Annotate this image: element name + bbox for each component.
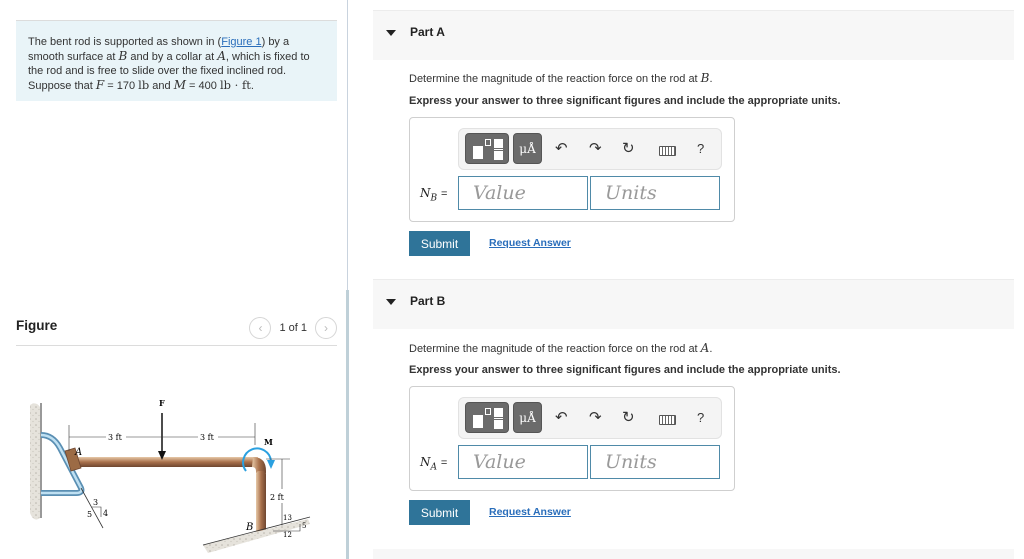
part-a-header[interactable]: Part A — [373, 10, 1014, 60]
chevron-right-icon: › — [324, 321, 328, 335]
problem-text: . — [250, 80, 254, 92]
unit-lbft: lb · ft — [219, 78, 251, 92]
part-b-header[interactable]: Part B — [373, 279, 1014, 329]
help-icon[interactable]: ? — [697, 139, 704, 159]
prev-figure-button[interactable]: ‹ — [249, 317, 272, 339]
reset-icon[interactable]: ↻ — [622, 408, 635, 428]
part-a-submit-button[interactable]: Submit — [409, 231, 470, 256]
na-label: NA = — [420, 455, 447, 472]
keyboard-icon[interactable] — [659, 146, 676, 156]
question-text: Determine the magnitude of the reaction … — [409, 73, 701, 85]
next-figure-button[interactable]: › — [315, 317, 337, 339]
eq-sign: = — [440, 457, 448, 469]
math-toolbar: μÅ ↶ ↷ ↻ ? — [458, 128, 722, 170]
dim-left: 3 ft — [108, 433, 123, 442]
problem-text: The bent rod is supported as shown in ( — [28, 36, 222, 48]
slope-a-4: 4 — [103, 509, 108, 518]
label-b: B — [245, 522, 253, 533]
part-b-question: Determine the magnitude of the reaction … — [409, 341, 712, 355]
var-b: B — [118, 49, 128, 63]
nb-label: NB = — [420, 186, 447, 203]
part-b-instruction: Express your answer to three significant… — [409, 364, 841, 376]
reset-icon[interactable]: ↻ — [622, 139, 635, 159]
part-b-label: Part B — [410, 294, 446, 308]
problem-text: = 400 — [185, 80, 220, 92]
part-b-request-answer-link[interactable]: Request Answer — [489, 506, 571, 518]
units-input[interactable]: Units — [590, 176, 720, 210]
column-divider — [347, 0, 348, 290]
part-a-label: Part A — [410, 25, 445, 39]
question-text: . — [709, 343, 713, 355]
column-scrollbar[interactable] — [346, 290, 349, 559]
problem-text: and by a collar at — [127, 51, 218, 63]
units-input[interactable]: Units — [590, 445, 720, 479]
undo-icon[interactable]: ↶ — [555, 139, 568, 159]
slope-b-12: 12 — [283, 531, 292, 539]
templates-button[interactable] — [465, 133, 509, 164]
figure-link[interactable]: Figure 1 — [221, 36, 261, 48]
slope-b-5: 5 — [302, 522, 306, 530]
figure-pager: ‹ 1 of 1 › — [249, 317, 337, 339]
figure-header: Figure ‹ 1 of 1 › — [16, 314, 337, 346]
wall — [30, 403, 40, 520]
help-icon[interactable]: ? — [697, 408, 704, 428]
eq-sign: = — [440, 188, 448, 200]
part-b-answer-box: μÅ ↶ ↷ ↻ ? NA = Value Units — [409, 386, 735, 491]
figure-title: Figure — [16, 318, 58, 333]
next-part-header[interactable] — [373, 549, 1014, 559]
var-a: A — [217, 49, 226, 63]
left-panel: The bent rod is supported as shown in (F… — [0, 0, 348, 559]
dim-height: 2 ft — [270, 493, 285, 502]
eq-var: N — [420, 455, 431, 469]
incline-line — [80, 487, 104, 529]
redo-icon[interactable]: ↷ — [589, 139, 602, 159]
chevron-left-icon: ‹ — [258, 321, 263, 335]
eq-var: N — [420, 186, 431, 200]
problem-statement: The bent rod is supported as shown in (F… — [16, 20, 337, 101]
part-a-request-answer-link[interactable]: Request Answer — [489, 237, 571, 249]
eq-sub: A — [430, 462, 438, 473]
units-button[interactable]: μÅ — [513, 402, 542, 433]
label-a: A — [74, 447, 82, 458]
label-m: M — [264, 437, 273, 447]
slope-a-3: 3 — [93, 498, 98, 507]
units-button[interactable]: μÅ — [513, 133, 542, 164]
problem-text: = 170 — [104, 80, 139, 92]
math-toolbar: μÅ ↶ ↷ ↻ ? — [458, 397, 722, 439]
caret-down-icon — [386, 299, 396, 305]
part-a-instruction: Express your answer to three significant… — [409, 95, 841, 107]
undo-icon[interactable]: ↶ — [555, 408, 568, 428]
value-input[interactable]: Value — [458, 445, 588, 479]
label-f: F — [159, 398, 165, 408]
redo-icon[interactable]: ↷ — [589, 408, 602, 428]
unit-lb: lb — [138, 78, 150, 92]
caret-down-icon — [386, 30, 396, 36]
slope-a-5: 5 — [87, 510, 92, 519]
keyboard-icon[interactable] — [659, 415, 676, 425]
pager-text: 1 of 1 — [279, 322, 307, 334]
part-b-submit-button[interactable]: Submit — [409, 500, 470, 525]
var-f: F — [95, 78, 105, 92]
dim-right: 3 ft — [200, 433, 215, 442]
value-input[interactable]: Value — [458, 176, 588, 210]
bent-rod-figure: 3 4 5 A F 3 ft 3 ft M 2 ft B 13 5 12 — [30, 398, 311, 553]
problem-text: and — [149, 80, 174, 92]
question-var: B — [700, 71, 710, 85]
vertical-rod — [256, 471, 266, 533]
slope-b-13: 13 — [283, 514, 292, 522]
horizontal-rod — [73, 457, 258, 467]
question-text: Determine the magnitude of the reaction … — [409, 343, 701, 355]
part-a-question: Determine the magnitude of the reaction … — [409, 71, 713, 85]
templates-button[interactable] — [465, 402, 509, 433]
question-text: . — [709, 73, 713, 85]
part-a-answer-box: μÅ ↶ ↷ ↻ ? NB = Value Units — [409, 117, 735, 222]
eq-sub: B — [430, 193, 438, 204]
var-m: M — [173, 78, 186, 92]
